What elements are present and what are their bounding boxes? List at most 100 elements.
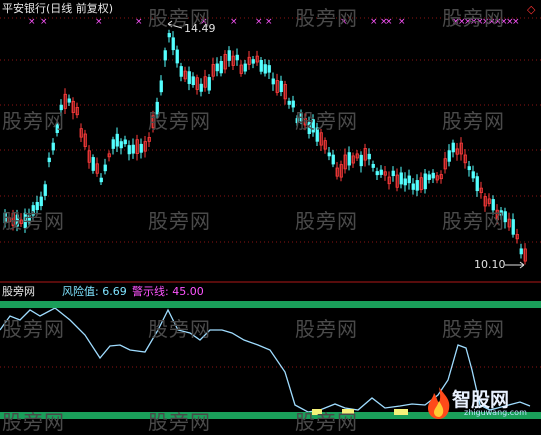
candle-body: [279, 80, 283, 93]
candle-body: [415, 180, 419, 191]
candle-body: [175, 49, 179, 64]
candle-body: [347, 152, 351, 166]
candle-body: [139, 143, 143, 153]
candle-body: [131, 144, 135, 154]
candle-body: [191, 76, 195, 86]
candle-body: [51, 142, 55, 151]
candle-body: [67, 98, 71, 103]
watermark: 股旁网: [295, 209, 358, 233]
candle-body: [179, 66, 183, 77]
candle-body: [219, 60, 223, 74]
marker: ×: [230, 17, 238, 27]
candle-body: [199, 83, 203, 92]
diamond-icon[interactable]: ◇: [527, 3, 535, 16]
candle-body: [267, 65, 271, 73]
candle-body: [187, 71, 191, 84]
marker: ×: [370, 17, 378, 27]
candle-body: [123, 139, 127, 145]
candle-body: [167, 33, 171, 38]
marker: ×: [255, 17, 263, 27]
candle-body: [411, 183, 415, 190]
watermark: 股旁网: [148, 410, 211, 434]
candle-body: [391, 170, 395, 177]
watermark: 股旁网: [2, 109, 65, 133]
candle-body: [287, 100, 291, 105]
watermark: 股旁网: [442, 209, 505, 233]
marker: ×: [28, 17, 36, 27]
candle-body: [111, 139, 115, 149]
flame-icon: [428, 387, 450, 419]
watermark: 股旁网: [442, 6, 505, 30]
watermark: 股旁网: [148, 209, 211, 233]
candle-body: [327, 152, 331, 157]
candle-body: [119, 141, 123, 149]
chart-title: 平安银行(日线 前复权): [2, 2, 114, 15]
site-logo: 智股网 zhiguwang.com: [424, 384, 538, 422]
candle-body: [115, 133, 119, 147]
watermark: 股旁网: [148, 109, 211, 133]
marker: ×: [265, 17, 273, 27]
candle-body: [243, 63, 247, 72]
candle-body: [467, 166, 471, 171]
candle-body: [99, 177, 103, 183]
marker: ×: [95, 17, 103, 27]
watermark: 股旁网: [2, 410, 65, 434]
candle-body: [519, 248, 523, 255]
watermark: 股旁网: [148, 317, 211, 341]
marker: ×: [398, 17, 406, 27]
warning-line-value: 警示线: 45.00: [132, 285, 204, 298]
watermark: 股旁网: [2, 209, 65, 233]
watermark: 股旁网: [295, 317, 358, 341]
candle-body: [47, 157, 51, 163]
high-price-label: 14.49: [184, 22, 216, 35]
candle-body: [331, 154, 335, 165]
warning-band: [0, 301, 541, 308]
candle-body: [359, 154, 363, 167]
risk-value: 风险值: 6.69: [62, 285, 127, 298]
candle-body: [91, 157, 95, 171]
marker: ×: [135, 17, 143, 27]
candle-body: [159, 80, 163, 93]
candle-body: [207, 77, 211, 91]
candle-body: [127, 145, 131, 155]
candle-body: [475, 176, 479, 192]
candle-body: [451, 142, 455, 153]
candle-body: [447, 150, 451, 162]
candle-body: [259, 59, 263, 72]
candle-body: [423, 173, 427, 190]
candle-body: [251, 59, 255, 64]
candle-body: [367, 153, 371, 160]
candle-body: [427, 174, 431, 180]
candle-body: [375, 171, 379, 176]
candle-body: [407, 175, 411, 184]
candle-body: [471, 171, 475, 179]
candle-body: [163, 50, 167, 61]
candle-body: [431, 172, 435, 179]
watermark: 股旁网: [295, 6, 358, 30]
candle-body: [379, 169, 383, 175]
candle-body: [215, 63, 219, 72]
candle-body: [103, 164, 107, 172]
candle-body: [399, 172, 403, 185]
watermark: 股旁网: [442, 317, 505, 341]
candle-body: [271, 78, 275, 85]
watermark: 股旁网: [295, 109, 358, 133]
watermark: 股旁网: [442, 109, 505, 133]
candle-body: [371, 163, 375, 168]
watermark: 股旁网: [295, 410, 358, 434]
marker: ×: [512, 17, 520, 27]
candle-body: [235, 54, 239, 61]
candle-body: [403, 178, 407, 186]
candle-body: [263, 64, 267, 74]
yellow-fill: [394, 409, 408, 415]
candle-body: [511, 219, 515, 235]
candle-body: [227, 50, 231, 61]
arrow-icon: [505, 261, 525, 269]
candle-body: [171, 37, 175, 51]
candle-body: [43, 184, 47, 196]
marker: ×: [385, 17, 393, 27]
watermark: 股旁网: [2, 317, 65, 341]
logo-url: zhiguwang.com: [464, 408, 527, 417]
low-price-label: 10.10: [474, 258, 506, 271]
indicator-name: 股旁网: [2, 285, 35, 298]
